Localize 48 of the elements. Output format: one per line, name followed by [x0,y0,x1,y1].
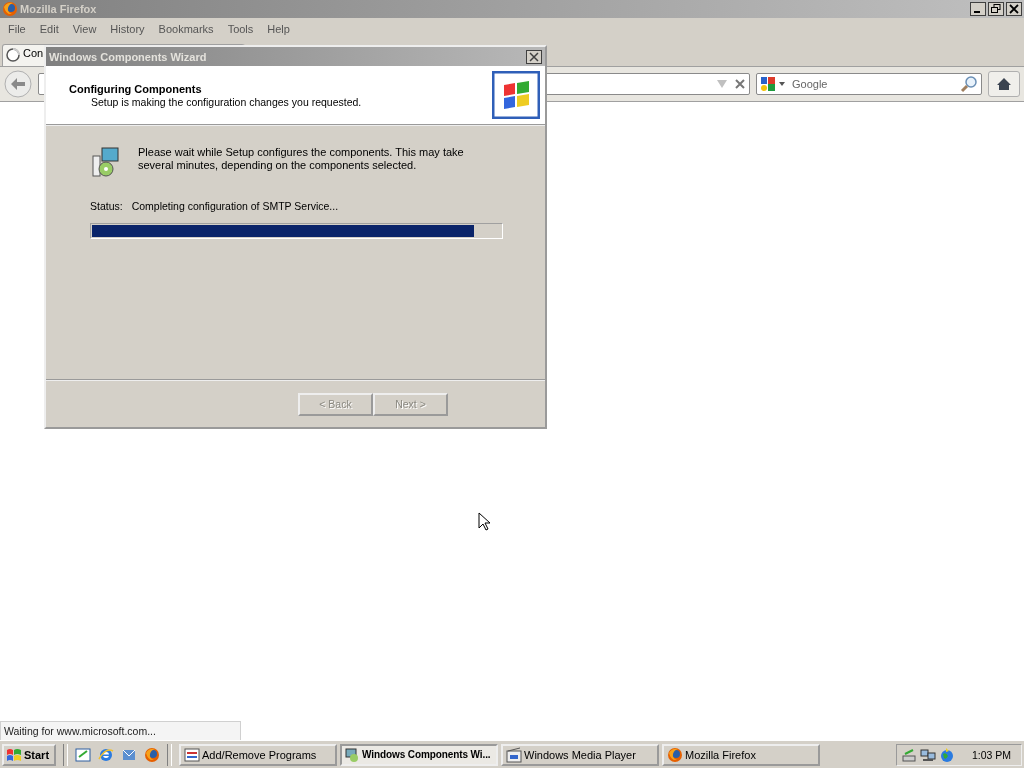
menu-item[interactable]: Bookmarks [152,23,222,35]
minimize-icon[interactable] [970,2,986,16]
desktop-icon[interactable] [75,746,91,763]
firefox-icon [667,746,683,763]
menu-item[interactable]: Tools [221,23,262,35]
dialog-title: Windows Components Wizard [49,50,207,63]
setup-icon [90,146,122,178]
menu-item[interactable]: Help [261,23,298,35]
clock: 1:03 PM [971,748,1011,761]
back-icon[interactable] [4,70,32,98]
windows-flag-icon [492,71,540,119]
menu-item[interactable]: File [2,23,34,35]
taskbar-button[interactable]: Add/Remove Programs [179,743,337,766]
menu-item[interactable]: View [66,23,105,35]
search-icon[interactable] [960,75,978,93]
status-label: Status: [90,200,123,212]
status-text: Waiting for www.microsoft.com... [0,721,241,740]
menu-item[interactable]: Edit [33,23,67,35]
start-button[interactable]: Start [2,743,56,766]
search-bar[interactable]: Google [756,73,982,95]
page-subheading: Setup is making the configuration changes you requested. [90,95,363,108]
windows-flag-icon [6,746,22,763]
browser-e-icon[interactable] [98,746,114,763]
close-icon[interactable] [1006,2,1022,16]
caret-icon[interactable] [779,82,785,86]
globe-icon[interactable] [939,746,955,763]
computer-disc-icon [344,746,360,763]
cursor-icon [478,512,490,531]
info-message: Please wait while Setup configures the components. This may take several minutes, depending on the components selected. [138,146,465,172]
clapperboard-icon [506,746,522,763]
home-icon [996,77,1012,91]
status-value: Completing configuration of SMTP Service... [131,200,339,212]
programs-icon [184,746,200,763]
search-engine-icon[interactable] [760,76,776,92]
firefox-icon [2,1,18,17]
home-button[interactable] [988,71,1020,97]
network-icon[interactable] [920,746,936,763]
page-heading: Configuring Components [69,82,203,95]
search-field[interactable]: Google [788,77,957,91]
close-icon[interactable] [526,49,542,64]
firefox-icon[interactable] [144,746,160,763]
restore-icon[interactable] [988,2,1004,16]
menu-item[interactable]: History [104,23,153,35]
stop-icon[interactable] [735,79,745,89]
taskbar-button[interactable]: Windows Media Player [501,743,659,766]
taskbar-button[interactable]: Mozilla Firefox [662,743,820,766]
window-title: Mozilla Firefox [20,3,97,15]
taskbar-button[interactable]: Windows Components Wi... [340,743,498,766]
